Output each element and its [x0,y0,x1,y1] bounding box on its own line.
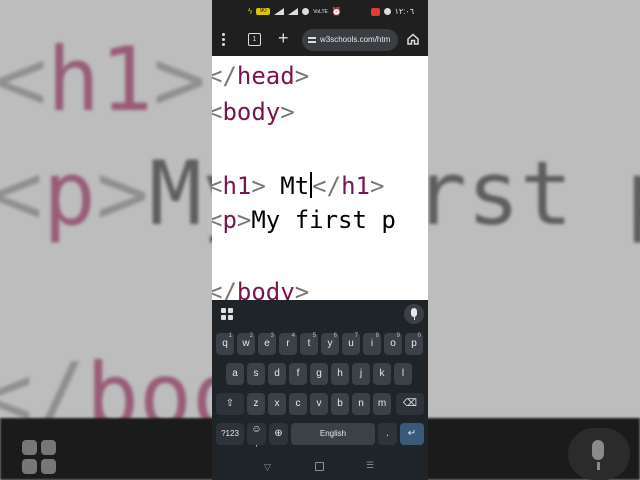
soft-keyboard: q1w2e3r4t5y6u7i8o9p0 asdfghjkl ⇧ zxcvbnm… [212,300,428,456]
code-line-body-open: <body> [212,98,295,126]
screen-record-icon [370,7,380,16]
signal-icon [274,8,285,15]
key-h[interactable]: h [331,363,349,385]
key-v[interactable]: v [310,393,328,415]
key-j[interactable]: j [352,363,370,385]
back-button[interactable]: ▽ [264,462,271,473]
recents-button[interactable]: ☰ [366,460,374,471]
key-hint: 7 [354,333,358,339]
key-l[interactable]: l [394,363,412,385]
key-hint: 1 [228,333,232,339]
key-b[interactable]: b [331,393,349,415]
notification-icon [383,8,391,15]
voice-input-mic-icon[interactable] [404,304,424,324]
code-line-p: <p>My first p [212,206,396,234]
symbols-key[interactable]: ?123 [216,423,244,445]
new-tab-button[interactable]: + [278,28,289,49]
key-m[interactable]: m [373,393,391,415]
url-text: w3schools.com/htm [320,35,391,44]
key-n[interactable]: n [352,393,370,415]
key-r[interactable]: r4 [279,333,297,355]
address-bar[interactable]: w3schools.com/htm [302,29,398,51]
key-w[interactable]: w2 [237,333,255,355]
emoji-key[interactable]: ☺, [247,423,266,448]
key-u[interactable]: u7 [342,333,360,355]
network-label: VoLTE [313,8,328,15]
tab-switcher-button[interactable]: 1 [248,33,261,46]
code-line-body-close: </body> [212,278,310,301]
key-d[interactable]: d [268,363,286,385]
wifi-icon [302,8,310,15]
code-line-h1: <h1> Mt </h1> [212,172,385,200]
site-settings-icon[interactable] [308,36,316,44]
key-t[interactable]: t5 [300,333,318,355]
key-y[interactable]: y6 [321,333,339,355]
key-q[interactable]: q1 [216,333,234,355]
signal-icon-2 [288,8,299,15]
key-hint: 8 [375,333,379,339]
emoji-icon: ☺ [251,424,262,435]
bg-code-line-1: <h1> [0,28,206,131]
backspace-key[interactable]: ⌫ [396,393,424,415]
key-hint: 2 [249,333,253,339]
key-hint: 5 [312,333,316,339]
period-key[interactable]: . [378,423,397,445]
key-hint: 4 [291,333,295,339]
key-i[interactable]: i8 [363,333,381,355]
key-x[interactable]: x [268,393,286,415]
bg-apps-icon [22,440,58,476]
home-icon[interactable] [406,32,420,46]
key-z[interactable]: z [247,393,265,415]
key-p[interactable]: p0 [405,333,423,355]
enter-key[interactable]: ↵ [400,423,424,445]
key-a[interactable]: a [226,363,244,385]
key-hint: 6 [333,333,337,339]
battery-icon: 90 [256,8,271,15]
key-hint: 3 [270,333,274,339]
key-e[interactable]: e3 [258,333,276,355]
code-editor[interactable]: </head> <body> <h1> Mt </h1> <p>My first … [212,56,428,301]
keyboard-toolbar [212,300,428,328]
phone-screen: ϟ 90 VoLTE ⏰ ١٢:٠٦ 1 + w3schools.com/htm… [212,0,428,480]
more-menu-icon[interactable] [222,33,226,47]
home-button[interactable] [315,462,324,471]
language-globe-key[interactable]: ⊕ [269,423,288,445]
key-g[interactable]: g [310,363,328,385]
key-o[interactable]: o9 [384,333,402,355]
key-hint: 9 [396,333,400,339]
navigation-bar: ▽ ☰ [212,456,428,480]
alarm-icon: ⏰ [331,7,342,16]
clock: ١٢:٠٦ [394,7,414,16]
key-c[interactable]: c [289,393,307,415]
charging-icon: ϟ [248,7,253,16]
shift-key[interactable]: ⇧ [216,393,244,415]
code-line-head-close: </head> [212,62,310,90]
bg-mic-icon [568,428,630,480]
browser-toolbar: 1 + w3schools.com/htm [212,24,428,56]
status-bar: ϟ 90 VoLTE ⏰ ١٢:٠٦ [212,0,428,24]
key-f[interactable]: f [289,363,307,385]
space-bar[interactable]: English [291,423,375,445]
key-s[interactable]: s [247,363,265,385]
keyboard-apps-icon[interactable] [221,308,233,320]
key-hint: 0 [417,333,421,339]
key-k[interactable]: k [373,363,391,385]
